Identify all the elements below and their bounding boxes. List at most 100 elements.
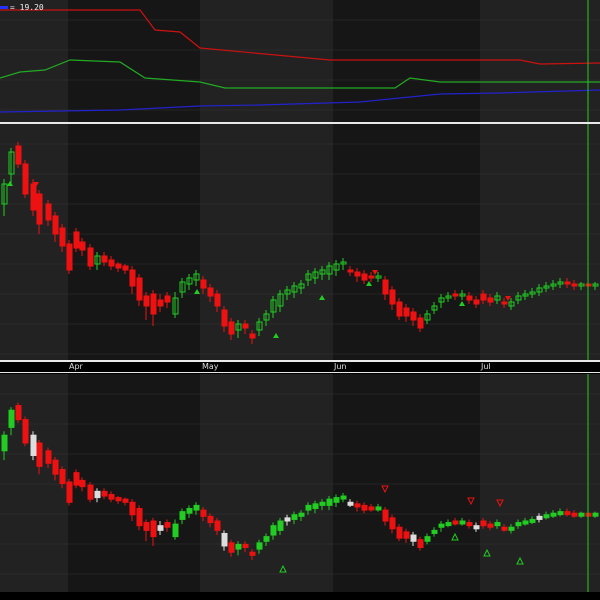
candle-body — [1, 434, 8, 452]
candle-body — [564, 511, 571, 516]
candle-body — [501, 301, 508, 305]
candle-body — [66, 243, 73, 271]
candle-body — [221, 532, 228, 547]
candle-body — [270, 525, 277, 536]
candle-body — [164, 295, 171, 303]
candle-body — [101, 255, 108, 263]
candle-body — [52, 215, 59, 235]
candle-body — [207, 287, 214, 297]
candle-body — [115, 263, 122, 269]
candle-body — [298, 512, 305, 517]
candle-body — [396, 526, 403, 539]
candle-body — [79, 479, 86, 488]
candle-body — [249, 551, 256, 556]
candle-body — [200, 279, 207, 289]
candle-body — [368, 275, 375, 279]
candle-body — [122, 265, 129, 271]
candle-body — [368, 506, 375, 511]
legend-equals: = — [10, 3, 20, 12]
candle-body — [157, 299, 164, 307]
candle-body — [115, 497, 122, 502]
candle-body — [459, 520, 466, 525]
candle-body — [424, 536, 431, 542]
month-band — [200, 374, 333, 592]
candle-body — [45, 450, 52, 464]
candle-body — [396, 301, 403, 317]
candle-body — [150, 293, 157, 315]
candle-body — [501, 526, 508, 531]
candle-body — [129, 501, 136, 516]
candle-body — [508, 526, 515, 531]
candle-body — [22, 419, 29, 444]
candle-body — [122, 498, 129, 503]
candle-body — [522, 520, 529, 525]
candle-body — [571, 512, 578, 517]
candle-body — [557, 511, 564, 516]
pane-separator-2[interactable] — [0, 360, 600, 362]
candle-body — [8, 409, 15, 428]
candle-body — [94, 490, 101, 499]
candle-body — [487, 297, 494, 303]
candle-body — [564, 281, 571, 285]
legend-swatch-icon — [0, 6, 8, 9]
month-label-apr: Apr — [69, 362, 83, 371]
candle-body — [389, 517, 396, 530]
candle-body — [36, 442, 43, 467]
candle-body — [179, 511, 186, 520]
candle-body — [129, 269, 136, 287]
candle-body — [15, 145, 22, 165]
secondary-pane[interactable] — [0, 374, 600, 592]
candle-body — [108, 259, 115, 267]
candle-body — [382, 509, 389, 522]
month-label-may: May — [202, 362, 219, 371]
candle-body — [79, 241, 86, 251]
candle-body — [284, 517, 291, 522]
candle-body — [22, 163, 29, 195]
candle-body — [361, 504, 368, 511]
candle-body — [319, 501, 326, 506]
candle-body — [375, 506, 382, 511]
candle-body — [347, 501, 354, 506]
candle-body — [410, 534, 417, 542]
month-band — [0, 124, 68, 360]
candle-body — [214, 520, 221, 531]
indicator-chart — [0, 0, 600, 122]
candle-body — [466, 522, 473, 527]
month-label-jun: Jun — [334, 362, 347, 371]
candle-body — [207, 515, 214, 524]
candle-body — [480, 520, 487, 527]
candle-body — [326, 498, 333, 506]
candle-body — [305, 504, 312, 511]
candle-body — [150, 520, 157, 538]
month-band — [68, 374, 200, 592]
candle-body — [389, 289, 396, 305]
candle-body — [347, 269, 354, 273]
candle-body — [228, 542, 235, 553]
candle-body — [333, 497, 340, 503]
candle-body — [550, 512, 557, 517]
candle-body — [515, 522, 522, 527]
candle-body — [256, 542, 263, 550]
candle-body — [263, 536, 270, 542]
indicator-pane[interactable]: = 19.20 — [0, 0, 600, 122]
candle-body — [214, 293, 221, 307]
candle-body — [87, 247, 94, 267]
candle-body — [143, 295, 150, 307]
candle-body — [172, 523, 179, 538]
candle-body — [410, 311, 417, 321]
pane-separator-3[interactable] — [0, 372, 600, 373]
price-candles — [0, 124, 600, 360]
candle-body — [473, 525, 480, 530]
candle-body — [340, 495, 347, 500]
candle-body — [87, 484, 94, 500]
candle-body — [136, 508, 143, 527]
month-band — [480, 0, 600, 122]
candle-body — [543, 514, 550, 519]
candle-body — [578, 512, 585, 517]
candle-body — [417, 317, 424, 329]
candle-body — [277, 520, 284, 531]
price-pane[interactable] — [0, 124, 600, 360]
legend-value: 19.20 — [19, 3, 44, 12]
candle-body — [536, 515, 543, 520]
candle-body — [101, 490, 108, 497]
